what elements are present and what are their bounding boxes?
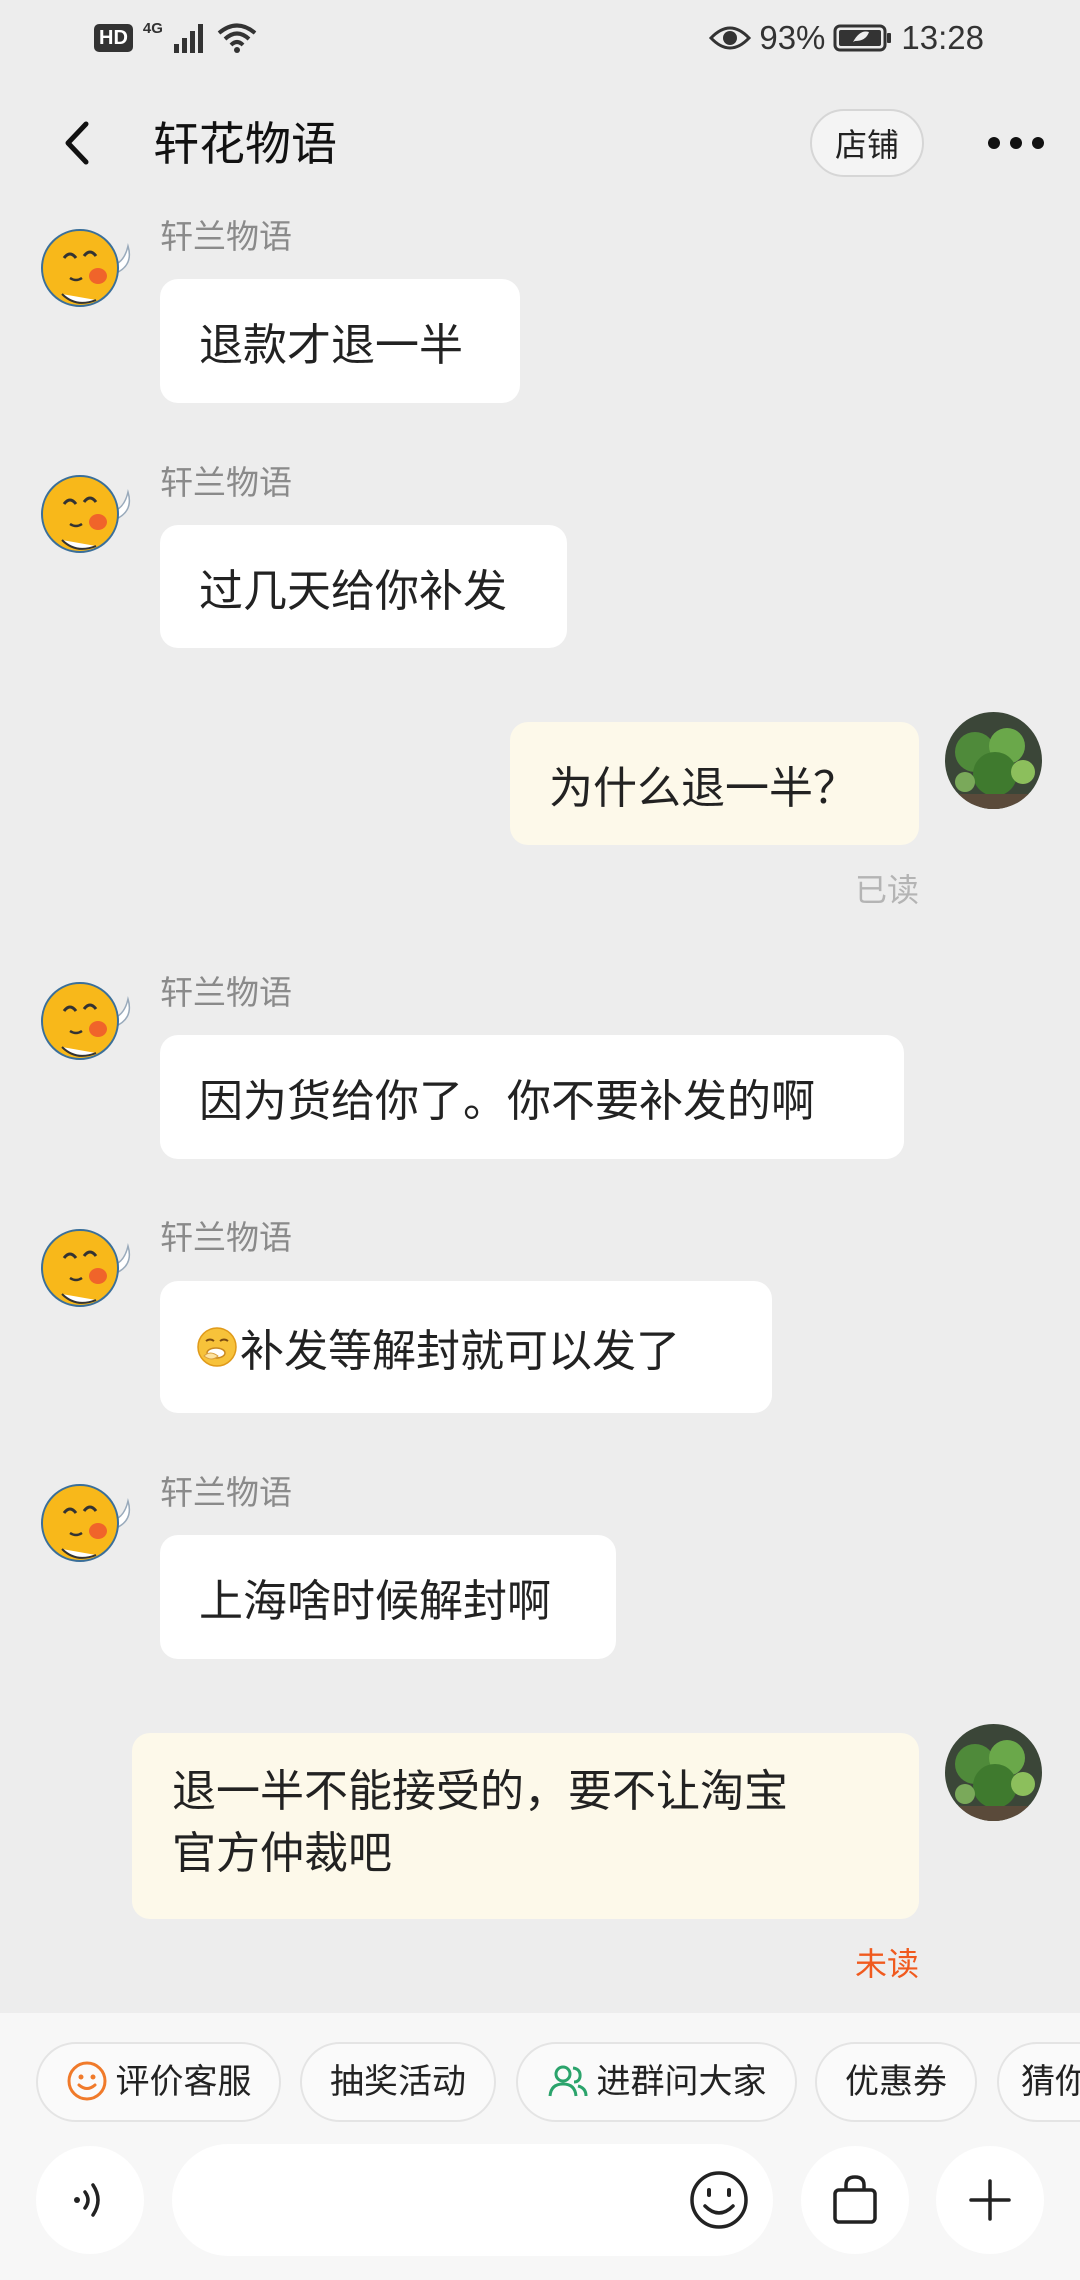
- shop-products-button[interactable]: [801, 2146, 909, 2254]
- plus-icon: [969, 2179, 1011, 2221]
- clock: 13:28: [901, 19, 984, 56]
- group-icon: [548, 2065, 587, 2097]
- sender-name: 轩兰物语: [160, 1219, 292, 1256]
- voice-icon: [74, 2183, 100, 2217]
- shop-avatar[interactable]: [36, 969, 136, 1069]
- sender-name: 轩兰物语: [160, 218, 292, 255]
- my-message-bubble[interactable]: 为什么退一半？: [510, 722, 919, 845]
- message-bubble[interactable]: 退款才退一半: [160, 279, 520, 403]
- hd-badge: HD: [94, 24, 133, 52]
- shop-avatar[interactable]: [36, 1471, 136, 1571]
- shop-button[interactable]: 店铺: [810, 109, 924, 177]
- sender-name: 轩兰物语: [160, 1474, 292, 1511]
- message-bubble[interactable]: 上海啥时候解封啊: [160, 1535, 616, 1659]
- my-message-bubble[interactable]: 退一半不能接受的，要不让淘宝 官方仲裁吧: [132, 1733, 919, 1919]
- message-text: 补发等解封就可以发了: [240, 1327, 680, 1376]
- emoji-icon[interactable]: [687, 2168, 751, 2232]
- message-text: 因为货给你了。你不要补发的啊: [199, 1077, 815, 1126]
- message-text-line: 官方仲裁吧: [172, 1829, 392, 1878]
- user-avatar[interactable]: [945, 712, 1042, 809]
- wifi-icon: [217, 23, 257, 53]
- back-arrow-icon[interactable]: [52, 118, 102, 168]
- user-avatar[interactable]: [945, 1724, 1042, 1821]
- quick-action-bar: 评价客服 抽奖活动 进群问大家 优惠券 猜你: [0, 2042, 1080, 2124]
- shop-avatar[interactable]: [36, 1216, 136, 1316]
- shop-avatar[interactable]: [36, 216, 136, 316]
- network-type: 4G: [142, 20, 163, 37]
- shopping-bag-icon: [833, 2175, 877, 2224]
- quick-action-rate-service[interactable]: 评价客服: [36, 2042, 281, 2122]
- status-bar-right: 93% 13:28: [709, 16, 984, 60]
- message-text: 上海啥时候解封啊: [199, 1577, 551, 1626]
- quick-action-lottery[interactable]: 抽奖活动: [300, 2042, 496, 2122]
- eye-icon: [709, 26, 752, 50]
- sender-name: 轩兰物语: [160, 464, 292, 501]
- message-bubble[interactable]: 补发等解封就可以发了: [160, 1281, 772, 1413]
- message-text-line: 退一半不能接受的，要不让淘宝: [172, 1767, 788, 1816]
- chat-title: 轩花物语: [153, 118, 337, 170]
- message-bubble[interactable]: 过几天给你补发: [160, 525, 567, 648]
- chip-label: 进群问大家: [596, 2063, 767, 2101]
- chip-label: 评价客服: [115, 2063, 252, 2101]
- chip-label: 猜你: [1021, 2063, 1080, 2101]
- unread-status: 未读: [854, 1946, 919, 1982]
- battery-icon: [833, 24, 892, 52]
- more-actions-button[interactable]: [936, 2146, 1044, 2254]
- yawning-face-icon: [197, 1327, 237, 1367]
- chip-label: 抽奖活动: [330, 2063, 466, 2101]
- message-input-box[interactable]: [172, 2144, 773, 2256]
- sender-name: 轩兰物语: [160, 974, 292, 1011]
- smiley-icon: [67, 2061, 106, 2101]
- signal-icon: [173, 24, 203, 53]
- quick-action-join-group[interactable]: 进群问大家: [516, 2042, 797, 2122]
- message-text: 退款才退一半: [199, 321, 463, 370]
- chip-label: 优惠券: [845, 2063, 947, 2101]
- status-bar-left: HD 4G: [94, 18, 257, 58]
- message-text: 为什么退一半？: [549, 763, 857, 813]
- battery-percent: 93%: [759, 19, 826, 56]
- voice-button[interactable]: [36, 2146, 144, 2254]
- read-status: 已读: [854, 872, 919, 908]
- shop-avatar[interactable]: [36, 462, 136, 562]
- message-input[interactable]: [208, 2168, 662, 2234]
- quick-action-guess[interactable]: 猜你: [997, 2042, 1080, 2122]
- message-text: 过几天给你补发: [199, 566, 507, 616]
- message-bubble[interactable]: 因为货给你了。你不要补发的啊: [160, 1035, 904, 1159]
- quick-action-coupons[interactable]: 优惠券: [815, 2042, 977, 2122]
- more-dots-icon[interactable]: [986, 128, 1046, 158]
